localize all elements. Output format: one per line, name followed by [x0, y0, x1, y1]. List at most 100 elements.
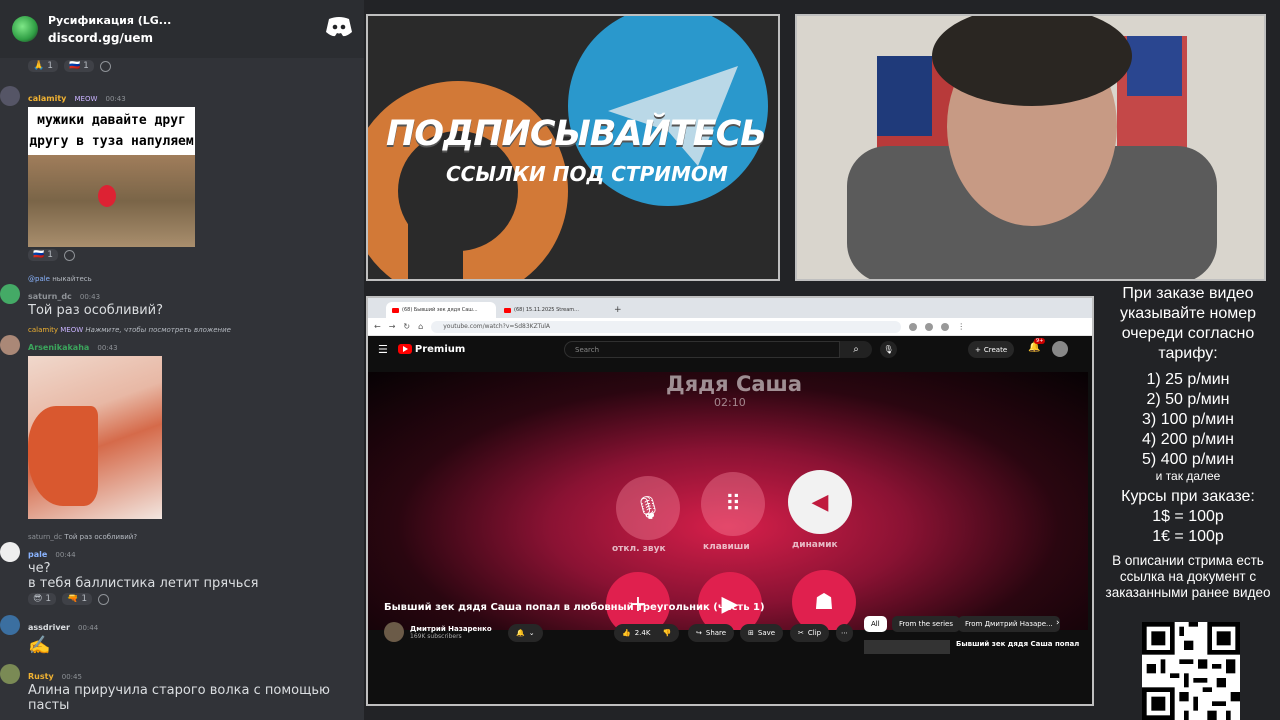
reaction[interactable]: 🙏 1: [28, 60, 58, 72]
search-input[interactable]: Search: [564, 341, 840, 358]
avatar[interactable]: [0, 615, 20, 635]
timestamp: 00:43: [105, 95, 126, 103]
caller-name: Дядя Саша: [666, 372, 802, 396]
chip-series[interactable]: From the series: [892, 616, 961, 632]
like-button[interactable]: 👍 2.4K 👎: [614, 624, 680, 642]
browser-tab[interactable]: (68) 15.11.2025 Stream...: [498, 302, 608, 318]
reply-preview[interactable]: calamity MEOW Нажмите, чтобы посмотреть …: [28, 326, 364, 334]
call-button-label: клавиши: [703, 542, 750, 552]
reaction[interactable]: 🇷🇺 1: [28, 249, 58, 261]
reply-preview[interactable]: saturn_dc Той раз особливий?: [28, 533, 364, 541]
reaction-row: 😎 1 🔫 1: [28, 593, 364, 605]
forward-icon[interactable]: →: [389, 322, 396, 331]
reply-preview[interactable]: @pale ныкайтесь: [28, 275, 364, 283]
message-text: в тебя баллистика летит прячься: [28, 576, 259, 591]
reaction[interactable]: 🔫 1: [62, 593, 93, 605]
chat-message: saturn_dc 00:43 Той раз особливий?: [0, 284, 364, 318]
more-dots-icon: ⋯: [841, 629, 848, 637]
tariff-item: 4) 200 р/мин: [1142, 431, 1234, 448]
timestamp: 00:44: [78, 624, 99, 632]
call-button-label: откл. звук: [612, 544, 666, 554]
username[interactable]: assdriver: [28, 623, 70, 632]
subscribe-promo-panel: ПОДПИСЫВАЙТЕСЬ ССЫЛКИ ПОД СТРИМОМ: [366, 14, 780, 281]
clip-button[interactable]: ✂ Clip: [790, 624, 830, 642]
avatar[interactable]: [0, 664, 20, 684]
video-player[interactable]: Дядя Саша 02:10 🎙 ⠿ ◀ откл. звук клавиши…: [368, 372, 1088, 630]
more-actions-button[interactable]: ⋯: [836, 624, 853, 642]
share-icon: ↪: [696, 629, 702, 637]
subscribe-bell-button[interactable]: 🔔 ⌄: [508, 624, 543, 642]
server-title: Русификация (LG...: [48, 13, 172, 27]
extension-icon[interactable]: [925, 322, 934, 331]
message-text: Той раз особливий?: [28, 303, 164, 318]
browser-window: (68) Бывший зек дядя Саш... (68) 15.11.2…: [366, 296, 1094, 706]
search-icon[interactable]: ⌕: [840, 341, 872, 358]
keypad-call-icon: ⠿: [701, 472, 765, 536]
username[interactable]: calamity: [28, 94, 66, 103]
username[interactable]: Arsenikakaha: [28, 343, 89, 352]
account-avatar[interactable]: [1052, 341, 1068, 357]
address-bar-row: ← → ↻ ⌂ youtube.com/watch?v=Sd83KZTulA ⋮: [368, 318, 1092, 336]
webcam-panel: [795, 14, 1266, 281]
avatar[interactable]: [0, 542, 20, 562]
tariff-etc: и так далее: [1155, 469, 1221, 483]
browser-tab-active[interactable]: (68) Бывший зек дядя Саш...: [386, 302, 496, 318]
home-icon[interactable]: ⌂: [418, 322, 423, 331]
recommended-thumbnail[interactable]: [864, 640, 950, 654]
avatar[interactable]: [0, 335, 20, 355]
chip-channel[interactable]: From Дмитрий Назаре...: [958, 616, 1060, 632]
back-icon[interactable]: ←: [374, 322, 381, 331]
url-input[interactable]: youtube.com/watch?v=Sd83KZTulA: [431, 320, 902, 333]
stream-description-note: В описании стрима есть ссылка на докумен…: [1105, 553, 1271, 600]
chip-all[interactable]: All: [864, 616, 887, 632]
stream-layout: Русификация (LG... discord.gg/uem 🙏 1 🇷🇺…: [0, 0, 1280, 720]
add-reaction-icon[interactable]: [63, 249, 75, 261]
speaker-call-icon: ◀: [788, 470, 852, 534]
chat-message: pale 00:44 че? в тебя баллистика летит п…: [0, 542, 364, 591]
tariff-item: 1) 25 р/мин: [1146, 371, 1230, 388]
username[interactable]: saturn_dc: [28, 292, 72, 301]
youtube-play-icon: [397, 344, 412, 354]
channel-avatar[interactable]: [384, 622, 404, 642]
username[interactable]: pale: [28, 550, 47, 559]
extension-icon[interactable]: [941, 322, 950, 331]
save-button[interactable]: ⊞ Save: [740, 624, 784, 642]
add-reaction-icon[interactable]: [99, 60, 111, 72]
server-icon[interactable]: [12, 16, 38, 42]
reaction[interactable]: 🇷🇺 1: [63, 60, 94, 72]
menu-dots-icon[interactable]: ⋮: [957, 322, 965, 331]
call-timer: 02:10: [714, 396, 746, 409]
discord-logo-icon: [326, 17, 352, 37]
message-text: Алина приручила старого волка с помощью …: [28, 683, 330, 713]
share-button[interactable]: ↪ Share: [688, 624, 735, 642]
rate-item: 1€ = 100р: [1152, 528, 1224, 545]
reaction[interactable]: 😎 1: [28, 593, 57, 605]
order-info-column: При заказе видео указывайте номер очеред…: [1096, 284, 1280, 601]
thumbs-down-icon: 👎: [662, 629, 672, 637]
chevron-right-icon[interactable]: ›: [1056, 618, 1060, 628]
chat-message: Arsenikakaha 00:43: [0, 335, 364, 519]
reaction-row: 🙏 1 🇷🇺 1: [28, 60, 364, 72]
channel-name[interactable]: Дмитрий Назаренко: [410, 625, 492, 633]
create-button[interactable]: + Create: [968, 341, 1015, 358]
tariff-item: 3) 100 р/мин: [1142, 411, 1234, 428]
anime-image[interactable]: [28, 356, 162, 519]
server-invite-link[interactable]: discord.gg/uem: [48, 31, 171, 45]
reload-icon[interactable]: ↻: [403, 322, 410, 331]
recommended-title[interactable]: Бывший зек дядя Саша попал: [956, 640, 1079, 648]
thumbs-up-icon: 👍: [622, 629, 631, 637]
avatar[interactable]: [0, 86, 20, 106]
username[interactable]: Rusty: [28, 672, 54, 681]
youtube-logo[interactable]: Premium: [397, 344, 465, 355]
video-title: Бывший зек дядя Саша попал в любовный тр…: [384, 602, 765, 613]
discord-chat-panel: Русификация (LG... discord.gg/uem 🙏 1 🇷🇺…: [0, 0, 364, 720]
microphone-icon[interactable]: 🎙: [880, 341, 897, 358]
writing-hand-emoji: ✍️: [28, 635, 51, 656]
qr-code[interactable]: [1142, 622, 1240, 720]
hamburger-menu-icon[interactable]: ☰: [378, 343, 388, 356]
add-reaction-icon[interactable]: [98, 593, 110, 605]
new-tab-button[interactable]: +: [614, 302, 622, 318]
avatar[interactable]: [0, 284, 20, 304]
extension-icon[interactable]: [909, 322, 918, 331]
meme-image[interactable]: [28, 155, 195, 247]
